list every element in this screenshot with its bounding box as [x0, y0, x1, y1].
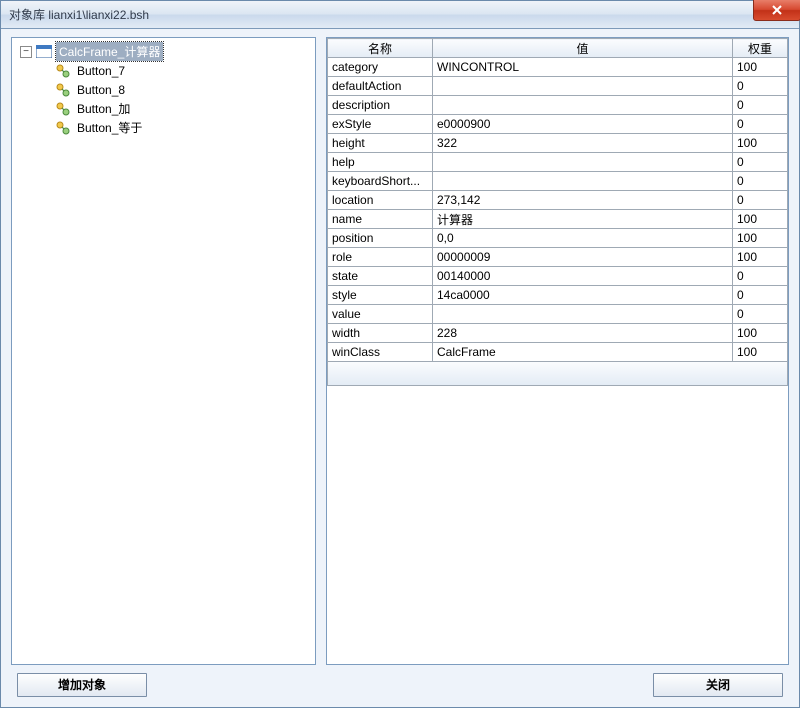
table-row[interactable]: help 0: [328, 153, 788, 172]
table-row[interactable]: description 0: [328, 96, 788, 115]
table-row[interactable]: location273,1420: [328, 191, 788, 210]
prop-value-cell[interactable]: 273,142: [433, 191, 733, 210]
table-row[interactable]: defaultAction 0: [328, 77, 788, 96]
prop-weight-cell[interactable]: 0: [733, 115, 788, 134]
prop-value-cell[interactable]: 322: [433, 134, 733, 153]
prop-value-cell[interactable]: WINCONTROL: [433, 58, 733, 77]
tree-child-row[interactable]: Button_8: [14, 80, 313, 99]
prop-weight-cell[interactable]: 0: [733, 153, 788, 172]
properties-table[interactable]: 名称 值 权重 categoryWINCONTROL100defaultActi…: [327, 38, 788, 362]
close-dialog-button[interactable]: 关闭: [653, 673, 783, 697]
tree-pane[interactable]: − CalcFrame_计算器 Button_7 Button_8Button_加…: [11, 37, 316, 665]
table-footer-blank: [327, 362, 788, 386]
prop-weight-cell[interactable]: 100: [733, 210, 788, 229]
tree-child-row[interactable]: Button_加: [14, 99, 313, 118]
table-row[interactable]: keyboardShort... 0: [328, 172, 788, 191]
table-row[interactable]: position0,0100: [328, 229, 788, 248]
window-title: 对象库 lianxi1\lianxi22.bsh: [9, 6, 149, 23]
prop-weight-cell[interactable]: 100: [733, 134, 788, 153]
table-row[interactable]: role00000009100: [328, 248, 788, 267]
expand-collapse-icon[interactable]: −: [20, 46, 32, 58]
prop-weight-cell[interactable]: 100: [733, 343, 788, 362]
object-library-window: 对象库 lianxi1\lianxi22.bsh − CalcFrame_计算: [0, 0, 800, 708]
prop-value-cell[interactable]: 228: [433, 324, 733, 343]
button-bar: 增加对象 关闭: [11, 665, 789, 701]
prop-value-cell[interactable]: 00000009: [433, 248, 733, 267]
tree-child-label[interactable]: Button_8: [74, 82, 128, 98]
prop-value-cell[interactable]: 计算器: [433, 210, 733, 229]
table-row[interactable]: winClassCalcFrame100: [328, 343, 788, 362]
tree-child-label[interactable]: Button_7: [74, 63, 128, 79]
prop-name-cell[interactable]: location: [328, 191, 433, 210]
tree-child-label[interactable]: Button_加: [74, 99, 133, 118]
client-area: − CalcFrame_计算器 Button_7 Button_8Button_加…: [1, 29, 799, 707]
table-row[interactable]: style14ca00000: [328, 286, 788, 305]
titlebar[interactable]: 对象库 lianxi1\lianxi22.bsh: [1, 1, 799, 29]
col-header-name[interactable]: 名称: [328, 39, 433, 58]
prop-value-cell[interactable]: [433, 172, 733, 191]
prop-name-cell[interactable]: value: [328, 305, 433, 324]
prop-name-cell[interactable]: defaultAction: [328, 77, 433, 96]
object-icon: [56, 64, 70, 78]
tree-root-row[interactable]: − CalcFrame_计算器: [14, 42, 313, 61]
prop-name-cell[interactable]: role: [328, 248, 433, 267]
prop-weight-cell[interactable]: 100: [733, 324, 788, 343]
object-tree: − CalcFrame_计算器 Button_7 Button_8Button_加…: [14, 42, 313, 137]
prop-value-cell[interactable]: CalcFrame: [433, 343, 733, 362]
panes: − CalcFrame_计算器 Button_7 Button_8Button_加…: [11, 37, 789, 665]
prop-name-cell[interactable]: height: [328, 134, 433, 153]
close-icon: [771, 4, 783, 16]
table-row[interactable]: height322100: [328, 134, 788, 153]
prop-weight-cell[interactable]: 100: [733, 229, 788, 248]
prop-name-cell[interactable]: width: [328, 324, 433, 343]
prop-value-cell[interactable]: 0,0: [433, 229, 733, 248]
window-icon: [36, 45, 52, 58]
table-row[interactable]: width228100: [328, 324, 788, 343]
table-row[interactable]: name计算器100: [328, 210, 788, 229]
prop-name-cell[interactable]: keyboardShort...: [328, 172, 433, 191]
prop-value-cell[interactable]: [433, 96, 733, 115]
prop-value-cell[interactable]: [433, 153, 733, 172]
prop-name-cell[interactable]: help: [328, 153, 433, 172]
prop-value-cell[interactable]: [433, 305, 733, 324]
prop-name-cell[interactable]: description: [328, 96, 433, 115]
prop-weight-cell[interactable]: 0: [733, 96, 788, 115]
prop-name-cell[interactable]: name: [328, 210, 433, 229]
prop-weight-cell[interactable]: 0: [733, 267, 788, 286]
prop-value-cell[interactable]: [433, 77, 733, 96]
add-object-button[interactable]: 增加对象: [17, 673, 147, 697]
table-row[interactable]: value 0: [328, 305, 788, 324]
object-icon: [56, 102, 70, 116]
properties-pane: 名称 值 权重 categoryWINCONTROL100defaultActi…: [326, 37, 789, 665]
object-icon: [56, 83, 70, 97]
prop-name-cell[interactable]: exStyle: [328, 115, 433, 134]
table-header-row: 名称 值 权重: [328, 39, 788, 58]
prop-name-cell[interactable]: position: [328, 229, 433, 248]
prop-weight-cell[interactable]: 100: [733, 58, 788, 77]
tree-child-row[interactable]: Button_7: [14, 61, 313, 80]
tree-child-label[interactable]: Button_等于: [74, 118, 145, 137]
prop-name-cell[interactable]: winClass: [328, 343, 433, 362]
table-row[interactable]: exStylee00009000: [328, 115, 788, 134]
prop-value-cell[interactable]: 00140000: [433, 267, 733, 286]
prop-name-cell[interactable]: state: [328, 267, 433, 286]
prop-name-cell[interactable]: style: [328, 286, 433, 305]
tree-root-label[interactable]: CalcFrame_计算器: [56, 42, 163, 61]
table-row[interactable]: state001400000: [328, 267, 788, 286]
prop-weight-cell[interactable]: 0: [733, 191, 788, 210]
object-icon: [56, 121, 70, 135]
prop-weight-cell[interactable]: 0: [733, 172, 788, 191]
prop-weight-cell[interactable]: 0: [733, 77, 788, 96]
prop-weight-cell[interactable]: 0: [733, 286, 788, 305]
close-button[interactable]: [753, 0, 800, 21]
col-header-weight[interactable]: 权重: [733, 39, 788, 58]
prop-value-cell[interactable]: e0000900: [433, 115, 733, 134]
tree-child-row[interactable]: Button_等于: [14, 118, 313, 137]
col-header-value[interactable]: 值: [433, 39, 733, 58]
prop-weight-cell[interactable]: 0: [733, 305, 788, 324]
prop-value-cell[interactable]: 14ca0000: [433, 286, 733, 305]
prop-weight-cell[interactable]: 100: [733, 248, 788, 267]
table-row[interactable]: categoryWINCONTROL100: [328, 58, 788, 77]
prop-name-cell[interactable]: category: [328, 58, 433, 77]
